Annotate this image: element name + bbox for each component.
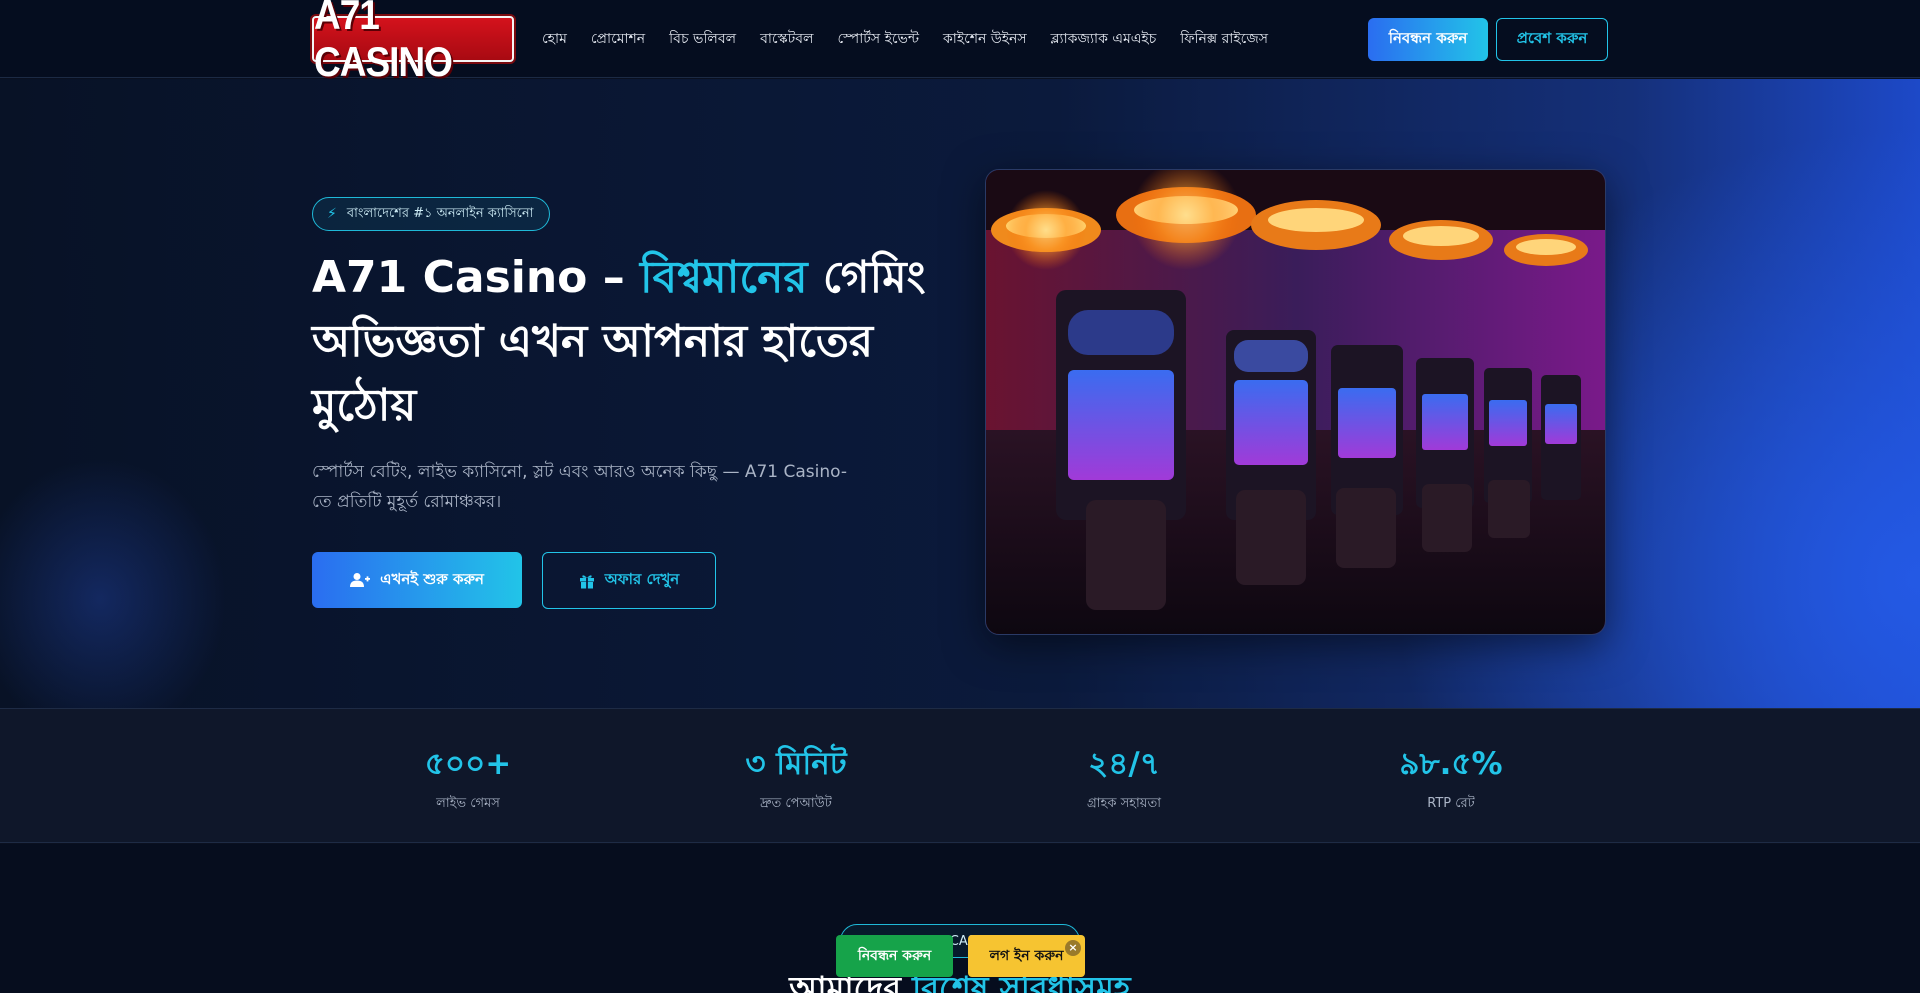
hero-title: A71 Casino – বিশ্বমানের গেমিং অভিজ্ঞতা এ… bbox=[312, 246, 932, 438]
stat-label: RTP রেট bbox=[1427, 796, 1475, 811]
user-plus-icon bbox=[350, 573, 371, 587]
nav-item-caishen-wins[interactable]: কাইশেন উইনস bbox=[943, 27, 1027, 51]
nav-item-home[interactable]: হোম bbox=[542, 27, 567, 51]
hero-badge-text: বাংলাদেশের #১ অনলাইন ক্যাসিনো bbox=[346, 205, 534, 221]
stat-label: দ্রুত পেআউট bbox=[760, 796, 832, 811]
lightning-icon: ⚡ bbox=[327, 206, 337, 222]
header-actions: নিবন্ধন করুন প্রবেশ করুন bbox=[1368, 17, 1608, 61]
start-now-label: এখনই শুরু করুন bbox=[380, 569, 484, 588]
nav-item-sports-event[interactable]: স্পোর্টস ইভেন্ট bbox=[838, 27, 919, 51]
gift-icon bbox=[579, 574, 594, 588]
nav-item-basketball[interactable]: বাস্কেটবল bbox=[760, 27, 813, 51]
logo-text: A71 CASINO bbox=[314, 0, 453, 85]
hero-subtitle: স্পোর্টস বেটিং, লাইভ ক্যাসিনো, স্লট এবং … bbox=[312, 462, 848, 512]
stat-value: ৩ মিনিট bbox=[745, 746, 847, 782]
close-icon[interactable]: × bbox=[1065, 940, 1081, 956]
slot-machines-illustration bbox=[986, 170, 1605, 634]
site-header: A71 CASINO হোম প্রোমোশন বিচ ভলিবল বাস্কে… bbox=[0, 0, 1920, 85]
main-nav: হোম প্রোমোশন বিচ ভলিবল বাস্কেটবল স্পোর্ট… bbox=[542, 27, 1292, 51]
header-container: A71 CASINO হোম প্রোমোশন বিচ ভলিবল বাস্কে… bbox=[312, 0, 1608, 85]
stats-bar: ৫০০+ লাইভ গেমস ৩ মিনিট দ্রুত পেআউট ২৪/৭ … bbox=[0, 708, 1920, 843]
hero-title-accent: বিশ্বমানের bbox=[640, 252, 808, 303]
stat-support: ২৪/৭ গ্রাহক সহায়তা bbox=[1024, 709, 1224, 815]
floating-cta-bar: নিবন্ধন করুন লগ ইন করুন × bbox=[836, 935, 1085, 977]
stat-value: ২৪/৭ bbox=[1088, 746, 1160, 782]
register-button[interactable]: নিবন্ধন করুন bbox=[1368, 17, 1488, 61]
stat-live-games: ৫০০+ লাইভ গেমস bbox=[368, 709, 568, 815]
stat-value: ৯৮.৫% bbox=[1399, 746, 1503, 782]
floating-login-button[interactable]: লগ ইন করুন × bbox=[968, 935, 1085, 977]
nav-item-promotion[interactable]: প্রোমোশন bbox=[591, 27, 645, 51]
hero-title-prefix: A71 Casino – bbox=[312, 252, 641, 303]
stat-fast-payout: ৩ মিনিট দ্রুত পেআউট bbox=[696, 709, 896, 815]
nav-item-phoenix-rises[interactable]: ফিনিক্স রাইজেস bbox=[1180, 27, 1268, 51]
stat-value: ৫০০+ bbox=[424, 746, 512, 782]
start-now-button[interactable]: এখনই শুরু করুন bbox=[312, 552, 522, 608]
floating-login-label: লগ ইন করুন bbox=[989, 948, 1064, 964]
view-offer-button[interactable]: অফার দেখুন bbox=[542, 552, 716, 609]
hero-casino-image bbox=[985, 169, 1606, 635]
nav-item-blackjack-mh[interactable]: ব্ল্যাকজ্যাক এমএইচ bbox=[1051, 27, 1157, 51]
view-offer-label: অফার দেখুন bbox=[604, 570, 680, 588]
nav-item-beach-volleyball[interactable]: বিচ ভলিবল bbox=[669, 27, 736, 51]
site-logo[interactable]: A71 CASINO bbox=[312, 0, 514, 85]
stat-label: লাইভ গেমস bbox=[436, 796, 500, 811]
hero-section: ⚡ বাংলাদেশের #১ অনলাইন ক্যাসিনো A71 Casi… bbox=[0, 79, 1920, 708]
floating-register-button[interactable]: নিবন্ধন করুন bbox=[836, 935, 953, 977]
stat-label: গ্রাহক সহায়তা bbox=[1087, 796, 1161, 811]
login-button[interactable]: প্রবেশ করুন bbox=[1496, 17, 1608, 61]
stat-rtp: ৯৮.৫% RTP রেট bbox=[1351, 709, 1551, 815]
hero-badge: ⚡ বাংলাদেশের #১ অনলাইন ক্যাসিনো bbox=[312, 197, 551, 231]
